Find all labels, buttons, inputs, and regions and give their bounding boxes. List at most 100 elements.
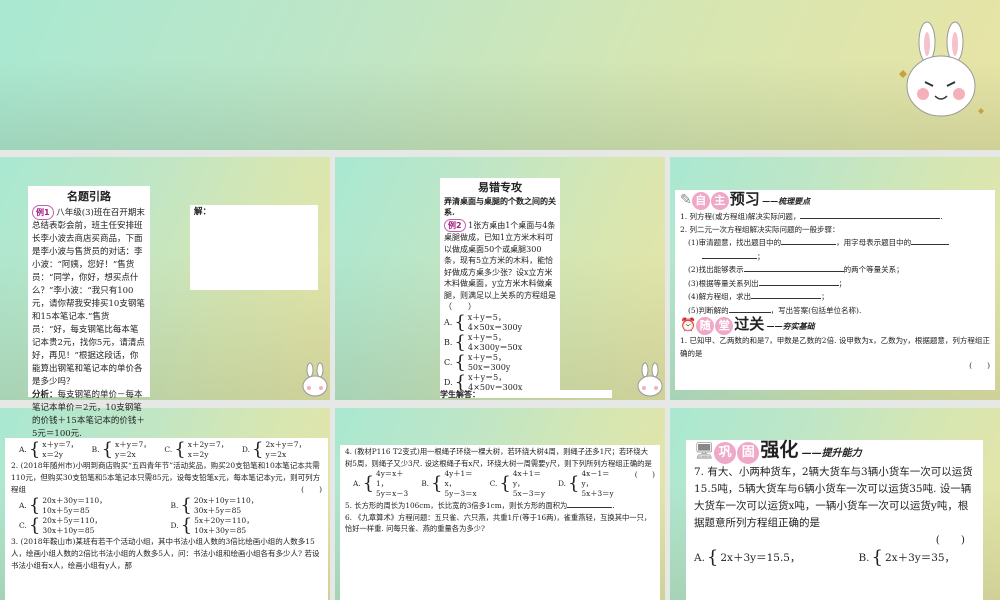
text: 固 (737, 442, 760, 464)
option-a: A.{20x＋30y＝110， 10x＋5y＝85 (19, 495, 107, 516)
text: 2. 列二元一次方程组解决实际问题的一般步骤： (680, 224, 840, 234)
text: 4x－1＝y， (581, 469, 610, 488)
text: 4×50x＝300y (467, 322, 523, 332)
text: 30x＋5y＝85 (193, 506, 242, 515)
text: y＝2x (115, 450, 136, 459)
analysis-label: 分析： (32, 390, 58, 400)
text: 5x＋20y＝110， (194, 516, 254, 525)
bunny-mascot-icon (302, 362, 328, 397)
text: ( ) (969, 361, 990, 370)
heading-char: 自 (691, 192, 710, 210)
option-c: C.{x＋y＝5， 50x＝300y (444, 351, 511, 373)
text: ，用字母表示题目中的 (836, 238, 912, 247)
text: 50x＝300y (467, 362, 511, 372)
text: x＝2y (187, 450, 209, 459)
text: B. (91, 445, 100, 454)
text: x＋y＝5， (467, 312, 506, 322)
section-heading: 过关 (734, 315, 765, 333)
answer-label: 解： (194, 207, 212, 217)
text: x＋y＝5， (468, 372, 507, 382)
text: 5x＋3＝y (581, 489, 614, 498)
option-a: A.{x＋y＝7， x＝2y (19, 439, 79, 460)
section-title: 名题引路 (67, 190, 111, 203)
text: 20x＋10y＝110， (193, 496, 259, 505)
text: 1. 列方程(或方程组)解决实际问题， (680, 212, 801, 221)
text: (5)判断解的 (688, 305, 729, 315)
question-7: 7. 有大、小两种货车，2辆大货车与3辆小货车一次可以运货15.5吨，5辆大货车… (694, 466, 973, 529)
example-card: 名题引路 例1 八年级(3)班在召开期末总结表彰会前，班主任安排班长李小波去商店… (28, 186, 150, 439)
text: 堂 (715, 317, 734, 335)
example-badge: 例2 (444, 218, 466, 232)
text: 2x＋3y＝15.5， (720, 552, 801, 564)
problem-text: 八年级(3)班在召开期末总结表彰会前，班主任安排班长李小波去商店买商品，下面是李… (32, 208, 145, 387)
text: x＋y＝5， (467, 332, 506, 342)
text: 10x＋5y＝85 (42, 506, 90, 515)
option-d: D.{5x＋20y＝110， 10x＋30y＝85 (170, 515, 254, 536)
text: C. (489, 479, 498, 489)
text: 4y＝x＋1， (376, 469, 404, 488)
text: C. (164, 445, 173, 454)
text: 2x＋3y＝35， (884, 552, 956, 564)
student-answer-bar: 学生解答： (440, 390, 612, 398)
text: ——夯实基础 (766, 321, 815, 331)
option-b: B.{2x＋3y＝35， (858, 547, 956, 568)
text: 20x＋30y＝110， (42, 496, 107, 505)
question-2: 2. (2018年随州市)小明到商店购买“五四青年节”活动奖品，购买20支铅笔和… (11, 460, 322, 496)
text: B. (170, 501, 179, 510)
text: D. (170, 521, 179, 530)
option-c: C.{x＋2y＝7， x＝2y (164, 439, 229, 460)
text: C. (19, 521, 27, 530)
preview-card: ✎ 自主预习 ——梳理要点 1. 列方程(或方程组)解决实际问题，. 2. 列二元… (675, 190, 995, 390)
text: 4x＋1＝y， (512, 469, 541, 488)
question-3: 3. (2018年鞍山市)某班有若干个活动小组，其中书法小组人数的3倍比绘画小组… (11, 537, 320, 570)
option-d: D.{2x＋y＝7， y＝2x (241, 439, 306, 460)
option-b: B.{x＋y＝5， 4×300y＝50x (444, 331, 523, 353)
text: C. (444, 357, 453, 367)
text: D. (241, 445, 251, 454)
example-badge: 例1 (32, 205, 54, 220)
option-b: B.{x＋y＝7， y＝2x (91, 439, 151, 460)
section-heading: 预习 (729, 190, 760, 208)
question-1: 1. 已知甲、乙两数的和是7，甲数是乙数的2倍. 设甲数为x，乙数为y，根据题意… (680, 336, 990, 358)
problem-text: 1张方桌由1个桌面与4条桌腿做成，已知1立方米木料可以做成桌面50个或桌腿300… (444, 220, 556, 312)
section-subtitle: ——梳理要点 (762, 196, 811, 206)
text: A. (353, 479, 361, 489)
text: B. (858, 551, 870, 564)
text: ； (821, 292, 829, 301)
text: x＝2y (42, 450, 64, 459)
text: 4. (教材P116 T2变式)用一根绳子环绕一棵大树，若环绕大树4周，则绳子还… (345, 447, 652, 468)
option-b: B.{4y＋1＝x， 5y－3＝x (421, 469, 481, 499)
section-title: 易错专攻 (478, 181, 522, 194)
bunny-mascot-icon (899, 21, 984, 117)
text: D. (558, 479, 567, 489)
text: 5x－3＝y (512, 489, 545, 498)
text: 5. 长方形的周长为106cm，长比宽的3倍多1cm，则长方形的面积为 (345, 501, 568, 510)
text: 10x＋30y＝85 (194, 526, 247, 535)
text: D. (444, 377, 453, 387)
text: ； (757, 251, 765, 261)
exercise-card: A.{x＋y＝7， x＝2y B.{x＋y＝7， y＝2x C.{x＋2y＝7， x＝2y… (5, 438, 328, 600)
text: B. (444, 337, 453, 347)
text: ——提升能力 (801, 448, 862, 459)
text: 5y－3＝x (444, 489, 477, 498)
text: A. (694, 551, 705, 564)
text: 4×300y＝50x (467, 342, 523, 352)
text: 随 (696, 317, 715, 335)
text: B. (421, 479, 429, 489)
text: y＝2x (265, 450, 287, 459)
text: ( ) (935, 534, 965, 546)
option-b: B.{20x＋10y＝110， 30x＋5y＝85 (170, 495, 259, 516)
student-answer-label: 学生解答： (440, 389, 480, 399)
text: x＋y＝7， (42, 440, 79, 449)
option-a: A.{2x＋3y＝15.5， (694, 547, 801, 568)
text: 20x＋5y＝110， (42, 516, 102, 525)
bunny-mascot-icon (637, 362, 663, 397)
alarm-clock-icon: ⏰ (680, 318, 697, 333)
text: x＋y＝7， (115, 440, 151, 449)
option-c: C.{4x＋1＝y， 5x－3＝y (490, 469, 550, 499)
text: A. (19, 445, 27, 454)
text: 2x＋y＝7， (265, 440, 306, 449)
text: ，写出答案(包括单位名称). (770, 305, 862, 315)
title-slide-thumbnail[interactable] (0, 0, 1000, 150)
text: 5y＝x－3 (376, 489, 409, 498)
